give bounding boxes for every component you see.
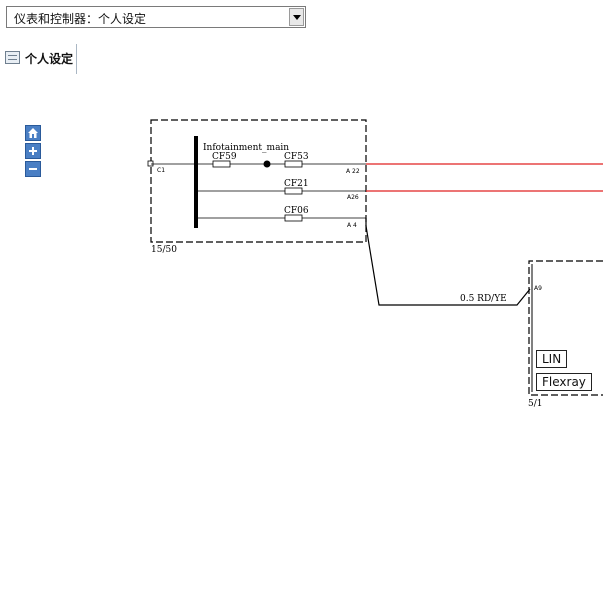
module-right-ref: 5/1 [528, 399, 542, 409]
pin-a26-label: A26 [347, 194, 359, 201]
bus-flexray-label: Flexray [536, 373, 592, 391]
bus-bar [194, 136, 198, 228]
wiring-diagram[interactable]: C1 Infotainment_main CF59 CF53 A 22 CF21… [0, 0, 603, 597]
fuse-cf21-label: CF21 [284, 179, 309, 189]
connector-c1-marker [147, 160, 154, 167]
pin-a9-label: A9 [534, 285, 542, 292]
fuse-cf06-label: CF06 [284, 206, 309, 216]
module-main-frame [150, 119, 367, 243]
pin-a4-label: A 4 [347, 222, 357, 229]
bus-lin-label: LIN [536, 350, 568, 368]
fuse-cf53-label: CF53 [284, 152, 309, 162]
module-main-ref: 15/50 [151, 245, 177, 255]
wire-label: 0.5 RD/YE [460, 294, 507, 304]
fuse-cf59-label: CF59 [212, 152, 237, 162]
junction-dot [263, 160, 271, 168]
wire-a4-to-a9[interactable] [365, 218, 531, 306]
connector-c1-label: C1 [157, 167, 165, 174]
pin-a22-label: A 22 [346, 168, 360, 175]
